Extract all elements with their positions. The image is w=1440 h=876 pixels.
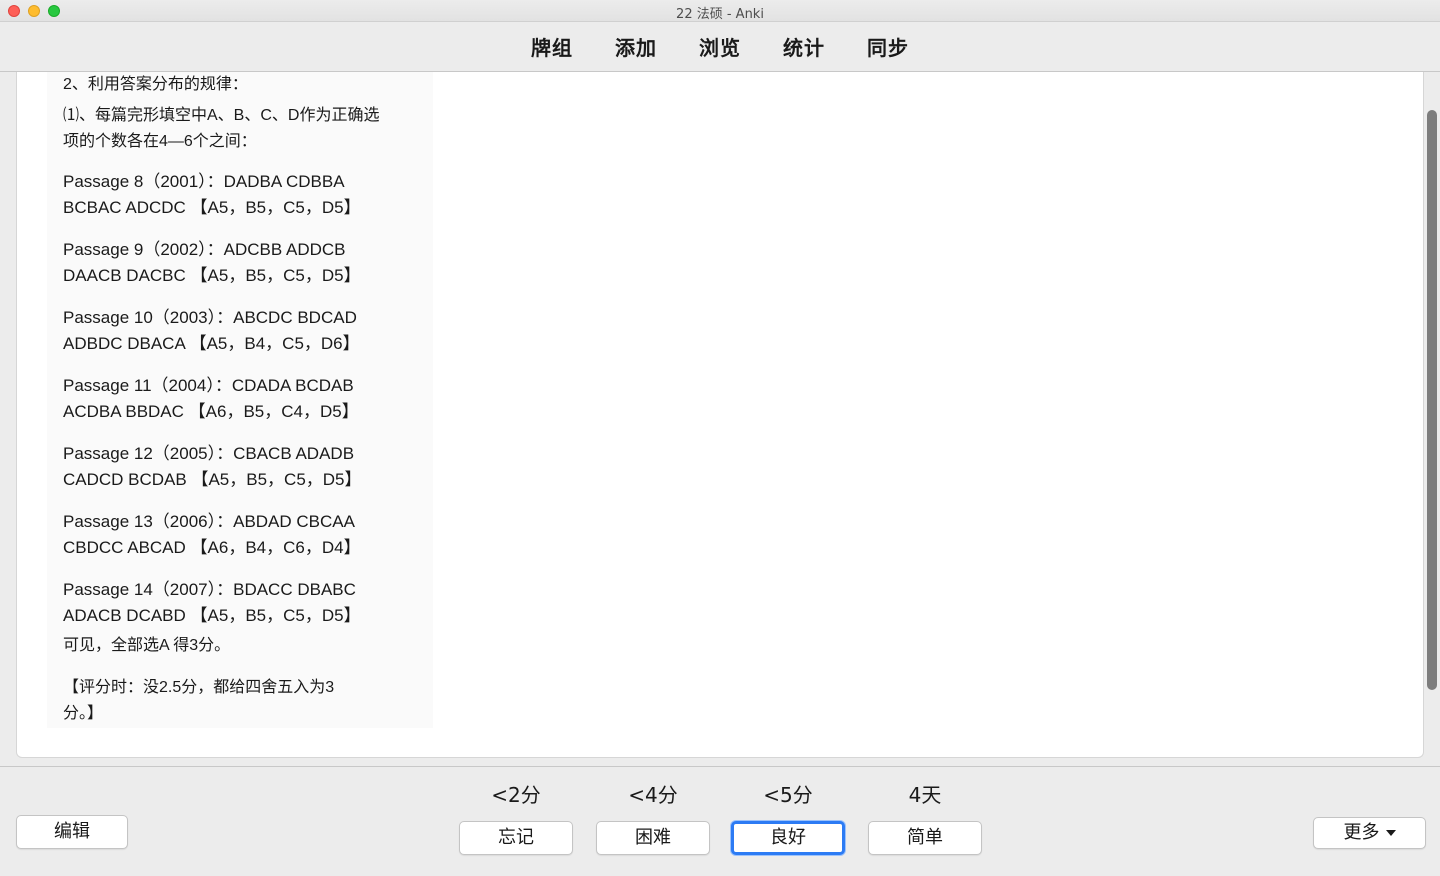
easy-button[interactable]: 简单 <box>868 821 982 855</box>
vertical-scrollbar[interactable] <box>1426 106 1438 690</box>
card-answer-content: 2、利用答案分布的规律： ⑴、每篇完形填空中A、B、C、D作为正确选 项的个数各… <box>47 72 433 728</box>
more-button-label: 更多 <box>1343 822 1380 843</box>
chevron-down-icon <box>1385 830 1396 836</box>
passage-line: Passage 13（2006）：ABDAD CBCAA <box>63 512 355 531</box>
ease-good-interval: <5分 <box>763 783 813 807</box>
passage-line: ACDBA BBDAC 【A6，B5，C4，D5】 <box>63 402 359 421</box>
passage-item: Passage 10（2003）：ABCDC BDCAD ADBDC DBACA… <box>63 305 419 357</box>
passage-line: BCBAC ADCDC 【A5，B5，C5，D5】 <box>63 198 361 217</box>
ease-good: <5分 良好 <box>731 783 845 855</box>
card-subheading-line: 项的个数各在4—6个之间： <box>63 133 257 150</box>
nav-add[interactable]: 添加 <box>615 32 657 61</box>
passage-line: ADBDC DBACA 【A5，B4，C5，D6】 <box>63 334 360 353</box>
passage-line: Passage 8（2001）：DADBA CDBBA <box>63 172 345 191</box>
passage-line: Passage 12（2005）：CBACB ADADB <box>63 444 355 463</box>
passage-item: Passage 13（2006）：ABDAD CBCAA CBDCC ABCAD… <box>63 509 419 561</box>
more-button[interactable]: 更多 <box>1313 817 1426 849</box>
ease-easy: 4天 简单 <box>868 783 982 855</box>
card-subheading: ⑴、每篇完形填空中A、B、C、D作为正确选 项的个数各在4—6个之间： <box>63 103 419 155</box>
scoring-line: 分。】 <box>63 705 104 722</box>
passage-line: ADACB DCABD 【A5，B5，C5，D5】 <box>63 606 361 625</box>
card-heading: 2、利用答案分布的规律： <box>63 76 248 93</box>
bottom-bar: 编辑 <2分 忘记 <4分 困难 <5分 良好 4天 简单 更多 <box>0 766 1440 876</box>
card-conclusion: 可见，全部选A 得3分。 <box>63 637 231 654</box>
ease-again: <2分 忘记 <box>459 783 573 855</box>
title-bar: 22 法硕 - Anki <box>0 0 1440 22</box>
ease-easy-interval: 4天 <box>908 783 942 807</box>
passage-item: Passage 8（2001）：DADBA CDBBA BCBAC ADCDC … <box>63 169 419 221</box>
ease-hard: <4分 困难 <box>596 783 710 855</box>
nav-stats[interactable]: 统计 <box>783 32 825 61</box>
ease-again-interval: <2分 <box>491 783 541 807</box>
passage-item: Passage 14（2007）：BDACC DBABC ADACB DCABD… <box>63 577 419 629</box>
passage-item: Passage 11（2004）：CDADA BCDAB ACDBA BBDAC… <box>63 373 419 425</box>
again-button[interactable]: 忘记 <box>459 821 573 855</box>
passage-line: Passage 9（2002）：ADCBB ADDCB <box>63 240 346 259</box>
card-scoring-note: 【评分时：没2.5分，都给四舍五入为3 分。】 <box>63 675 419 727</box>
passage-line: Passage 10（2003）：ABCDC BDCAD <box>63 308 357 327</box>
nav-decks[interactable]: 牌组 <box>531 32 573 61</box>
ease-hard-interval: <4分 <box>628 783 678 807</box>
scoring-line: 【评分时：没2.5分，都给四舍五入为3 <box>63 679 335 696</box>
nav-browse[interactable]: 浏览 <box>699 32 741 61</box>
window-title: 22 法硕 - Anki <box>676 7 764 22</box>
passage-line: Passage 11（2004）：CDADA BCDAB <box>63 376 354 395</box>
nav-sync[interactable]: 同步 <box>867 32 909 61</box>
passage-line: CBDCC ABCAD 【A6，B4，C6，D4】 <box>63 538 361 557</box>
top-nav: 牌组 添加 浏览 统计 同步 <box>0 22 1440 72</box>
passage-line: CADCD BCDAB 【A5，B5，C5，D5】 <box>63 470 362 489</box>
passage-item: Passage 9（2002）：ADCBB ADDCB DAACB DACBC … <box>63 237 419 289</box>
passage-item: Passage 12（2005）：CBACB ADADB CADCD BCDAB… <box>63 441 419 493</box>
scrollbar-thumb[interactable] <box>1427 110 1437 690</box>
edit-button[interactable]: 编辑 <box>16 815 128 849</box>
card-subheading-line: ⑴、每篇完形填空中A、B、C、D作为正确选 <box>63 107 380 124</box>
passage-line: DAACB DACBC 【A5，B5，C5，D5】 <box>63 266 361 285</box>
good-button[interactable]: 良好 <box>731 821 845 855</box>
hard-button[interactable]: 困难 <box>596 821 710 855</box>
passage-line: Passage 14（2007）：BDACC DBABC <box>63 580 356 599</box>
card-view: 2、利用答案分布的规律： ⑴、每篇完形填空中A、B、C、D作为正确选 项的个数各… <box>16 72 1424 758</box>
